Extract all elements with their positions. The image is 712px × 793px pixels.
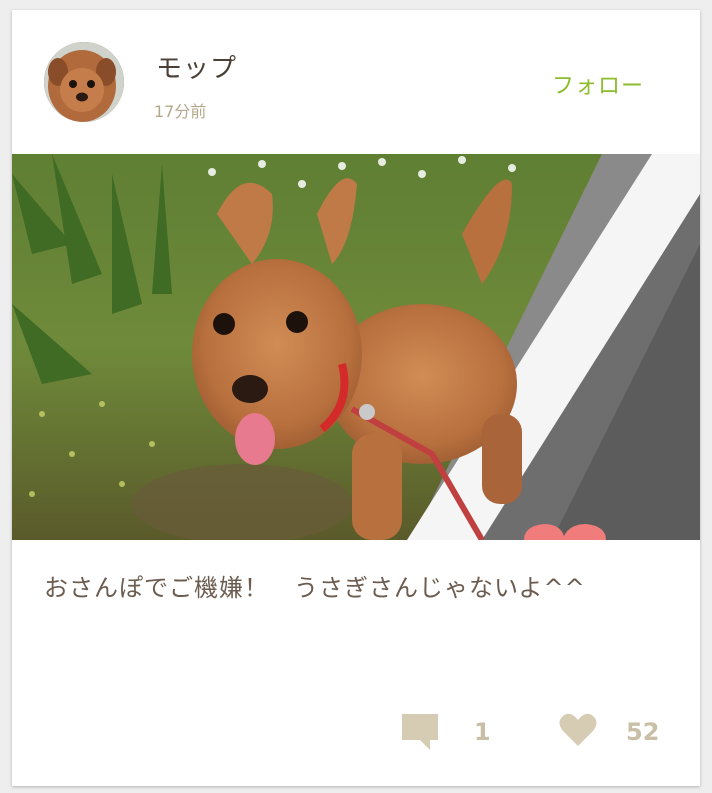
comment-count: 1 (474, 718, 491, 746)
post-card: モップ 17分前 フォロー おさんぽでご機嫌！ うさぎさんじゃないよ^^ 1 5… (12, 10, 700, 786)
author-name[interactable]: モップ (156, 48, 237, 85)
follow-button[interactable]: フォロー (552, 68, 644, 100)
author-avatar[interactable] (44, 42, 124, 122)
like-count: 52 (626, 718, 660, 746)
post-header: モップ 17分前 フォロー (12, 10, 700, 154)
post-actions: 1 52 (12, 700, 700, 760)
post-timestamp: 17分前 (154, 102, 207, 121)
heart-icon[interactable] (558, 712, 598, 748)
comment-icon[interactable] (400, 712, 440, 752)
post-caption: おさんぽでご機嫌！ うさぎさんじゃないよ^^ (44, 574, 586, 602)
post-photo[interactable] (12, 154, 700, 540)
